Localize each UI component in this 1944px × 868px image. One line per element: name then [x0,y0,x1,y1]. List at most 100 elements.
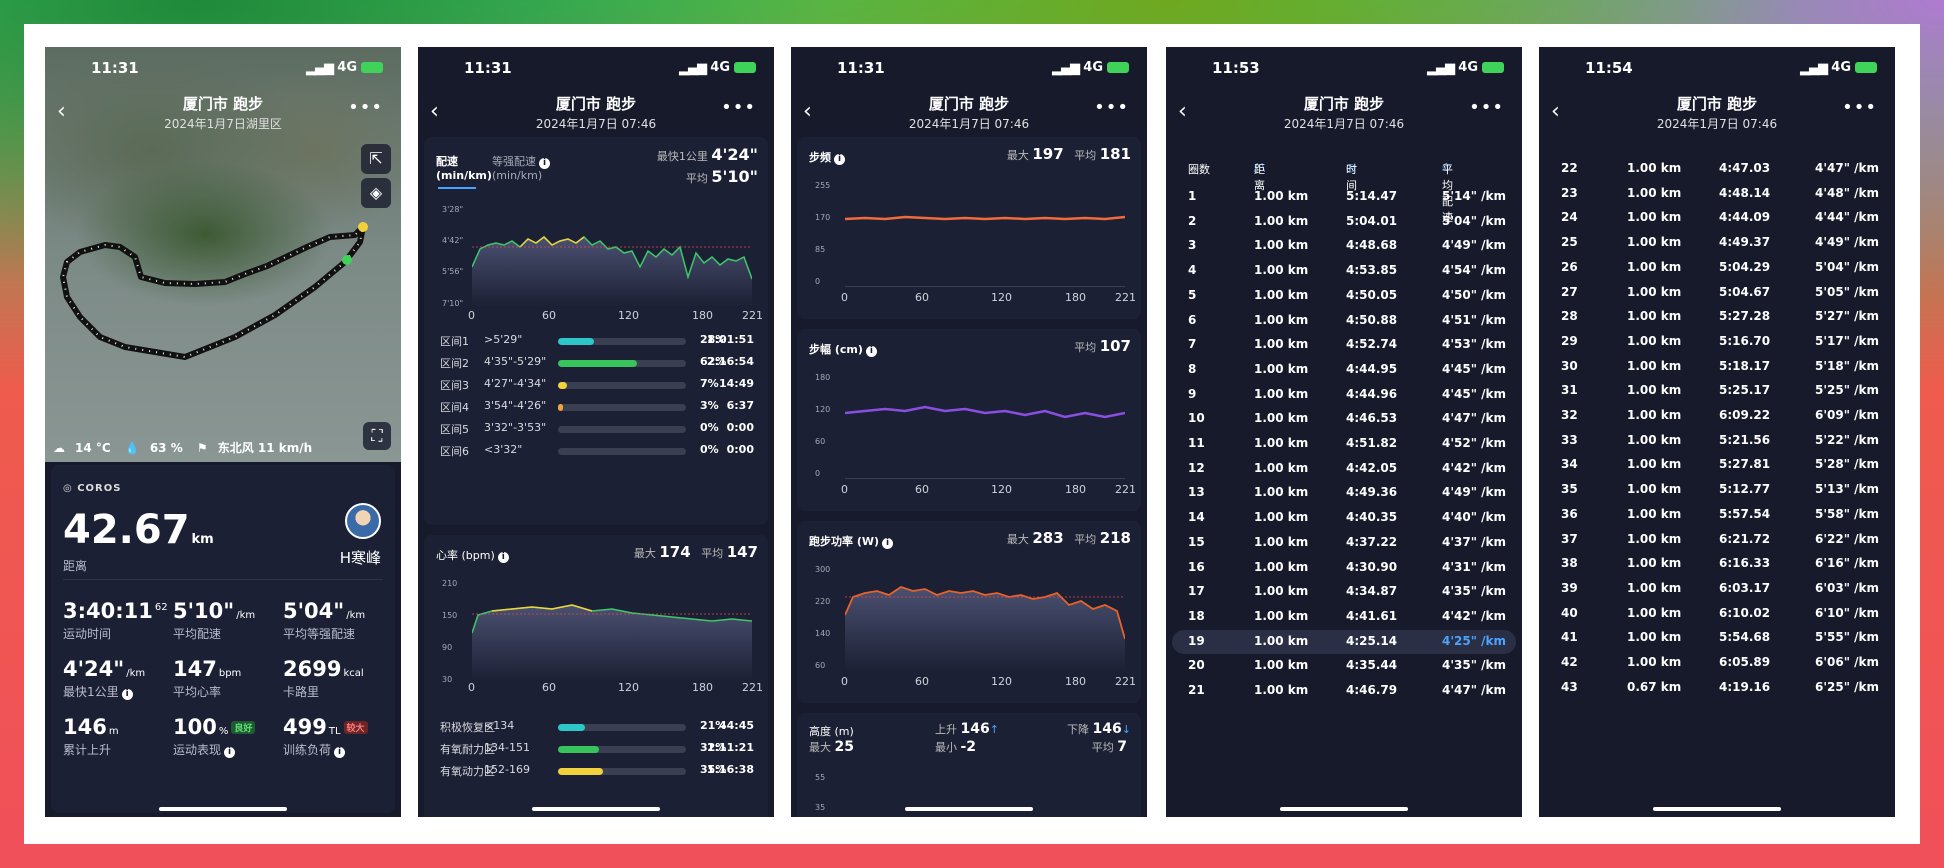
cell-time: 4:51.82 [1346,436,1398,450]
table-row[interactable]: 13 1.00 km 4:49.36 4'49" /km [1166,481,1522,505]
cell-pace: 4'44" /km [1815,210,1880,225]
zone-range: 3'54"-4'26" [484,399,547,412]
cell-distance: 1.00 km [1254,312,1309,327]
table-row[interactable]: 32 1.00 km 6:09.22 6'09" /km [1539,404,1895,428]
table-row[interactable]: 7 1.00 km 4:52.74 4'53" /km [1166,333,1522,357]
table-row[interactable]: 22 1.00 km 4:47.03 4'47" /km [1539,157,1895,181]
table-row[interactable]: 41 1.00 km 5:54.68 5'55" /km [1539,626,1895,650]
tab-pace[interactable]: 配速 (min/km) [436,153,492,182]
table-row[interactable]: 38 1.00 km 6:16.33 6'16" /km [1539,552,1895,576]
cell-distance: 1.00 km [1254,683,1309,697]
splits-header: 圈数 /:\ 距离 ◷ 时间 ⏱ 平均配速 [1188,161,1453,224]
avatar[interactable] [345,503,381,539]
table-row[interactable]: 40 1.00 km 6:10.02 6'10" /km [1539,602,1895,626]
table-row[interactable]: 19 1.00 km 4:25.14 4'25" /km [1172,629,1516,654]
status-bar: 11:31 ▂▄▆ 4G [45,59,401,79]
table-row[interactable]: 42 1.00 km 6:05.89 6'06" /km [1539,651,1895,675]
cadence-chart [845,215,1125,287]
info-icon: i [539,158,550,169]
table-row[interactable]: 6 1.00 km 4:50.88 4'51" /km [1166,309,1522,333]
cell-lap: 20 [1188,658,1205,673]
cell-lap: 8 [1188,361,1197,376]
table-row[interactable]: 27 1.00 km 5:04.67 5'05" /km [1539,281,1895,305]
zone-time: 1:16:38 [706,763,754,776]
table-row[interactable]: 10 1.00 km 4:46.53 4'47" /km [1166,407,1522,431]
status-time: 11:53 [1212,59,1260,77]
table-row[interactable]: 21 1.00 km 4:46.79 4'47" /km [1166,679,1522,703]
nav-bar: ‹ 厦门市 跑步 2024年1月7日 07:46 ••• [1166,93,1522,133]
fullscreen-icon[interactable]: ⛶ [363,422,391,450]
cell-time: 5:04.01 [1346,213,1398,228]
table-row[interactable]: 11 1.00 km 4:51.82 4'52" /km [1166,432,1522,456]
table-row[interactable]: 39 1.00 km 6:03.17 6'03" /km [1539,577,1895,601]
cell-pace: 4'42" /km [1442,608,1507,623]
signal-icon: ▂▄▆ [679,61,707,76]
table-row[interactable]: 8 1.00 km 4:44.95 4'45" /km [1166,358,1522,382]
table-row[interactable]: 4 1.00 km 4:53.85 4'54" /km [1166,259,1522,283]
cell-distance: 1.00 km [1627,383,1682,398]
status-time: 11:31 [464,59,512,77]
network-label: 4G [337,60,357,75]
table-row[interactable]: 18 1.00 km 4:41.61 4'42" /km [1166,605,1522,629]
cell-lap: 1 [1188,189,1197,203]
table-row[interactable]: 31 1.00 km 5:25.17 5'25" /km [1539,379,1895,403]
x-tick: 60 [915,291,929,304]
table-row[interactable]: 12 1.00 km 4:42.05 4'42" /km [1166,457,1522,481]
table-row[interactable]: 43 0.67 km 4:19.16 6'25" /km [1539,676,1895,700]
table-row[interactable]: 15 1.00 km 4:37.22 4'37" /km [1166,531,1522,555]
table-row[interactable]: 37 1.00 km 6:21.72 6'22" /km [1539,528,1895,552]
share-icon[interactable]: ⇱ [361,144,391,174]
cell-pace: 6'16" /km [1815,556,1880,571]
table-row[interactable]: 14 1.00 km 4:40.35 4'40" /km [1166,506,1522,530]
more-icon[interactable]: ••• [721,97,756,118]
zone-row: 积极恢复区 <134 21% 44:45 [434,719,758,737]
table-row[interactable]: 35 1.00 km 5:12.77 5'13" /km [1539,478,1895,502]
cell-pace: 5'04" /km [1442,213,1507,228]
wind-icon: ⚑ [196,441,208,455]
stat-avg-hr: 147 bpm 平均心率 [173,657,242,699]
home-indicator [1653,807,1781,811]
table-row[interactable]: 5 1.00 km 4:50.05 4'50" /km [1166,284,1522,308]
table-row[interactable]: 34 1.00 km 5:27.81 5'28" /km [1539,453,1895,477]
table-row[interactable]: 25 1.00 km 4:49.37 4'49" /km [1539,231,1895,255]
table-row[interactable]: 16 1.00 km 4:30.90 4'31" /km [1166,556,1522,580]
elevation-title: 高度 (m) [809,725,854,738]
stride-chart [845,405,1125,479]
cell-distance: 1.00 km [1254,238,1309,253]
more-icon[interactable]: ••• [1469,97,1504,118]
table-row[interactable]: 29 1.00 km 5:16.70 5'17" /km [1539,330,1895,354]
table-row[interactable]: 36 1.00 km 5:57.54 5'58" /km [1539,503,1895,527]
cell-distance: 1.00 km [1627,284,1682,299]
signal-icon: ▂▄▆ [306,61,334,76]
table-row[interactable]: 20 1.00 km 4:35.44 4'35" /km [1166,654,1522,678]
table-row[interactable]: 17 1.00 km 4:34.87 4'35" /km [1166,580,1522,604]
table-row[interactable]: 3 1.00 km 4:48.68 4'49" /km [1166,234,1522,258]
cell-pace: 4'49" /km [1442,238,1507,253]
more-icon[interactable]: ••• [1842,97,1877,118]
cell-lap: 4 [1188,263,1197,278]
table-row[interactable]: 30 1.00 km 5:18.17 5'18" /km [1539,355,1895,379]
table-row[interactable]: 9 1.00 km 4:44.96 4'45" /km [1166,383,1522,407]
more-icon[interactable]: ••• [1094,97,1129,118]
table-row[interactable]: 28 1.00 km 5:27.28 5'27" /km [1539,305,1895,329]
table-row[interactable]: 2 1.00 km 5:04.01 5'04" /km [1166,210,1522,234]
cell-pace: 5'25" /km [1815,383,1880,398]
zone-bar-track [558,404,686,411]
network-label: 4G [1458,60,1478,75]
status-bar: 11:54 ▂▄▆ 4G [1539,59,1895,79]
zone-name: 区间3 [440,379,469,392]
table-row[interactable]: 33 1.00 km 5:21.56 5'22" /km [1539,429,1895,453]
table-row[interactable]: 24 1.00 km 4:44.09 4'44" /km [1539,206,1895,230]
table-row[interactable]: 23 1.00 km 4:48.14 4'48" /km [1539,182,1895,206]
tab-gap[interactable]: 等强配速 i (min/km) [492,153,550,182]
cell-lap: 21 [1188,683,1205,697]
battery-icon [1482,62,1504,73]
cell-pace: 4'35" /km [1442,584,1507,599]
zone-time: 0:00 [726,421,754,434]
cell-pace: 6'10" /km [1815,605,1880,620]
table-row[interactable]: 26 1.00 km 5:04.29 5'04" /km [1539,256,1895,280]
cell-time: 5:54.68 [1719,630,1771,645]
more-icon[interactable]: ••• [348,97,383,118]
layers-icon[interactable]: ◈ [361,178,391,208]
table-row[interactable]: 1 1.00 km 5:14.47 5'14" /km [1166,185,1522,209]
